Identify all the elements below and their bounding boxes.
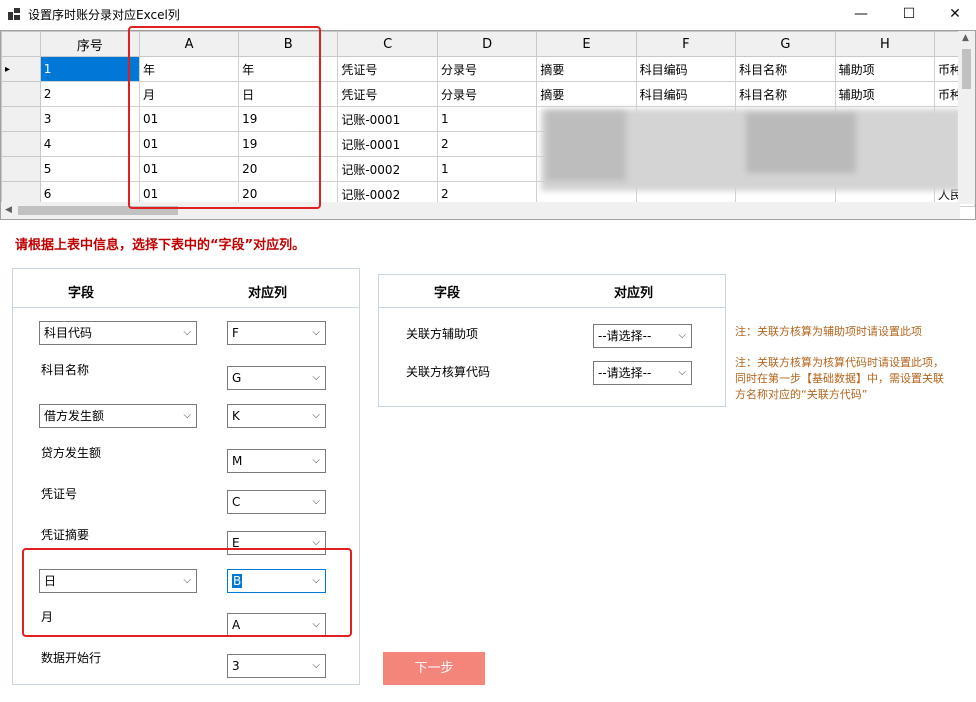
field-label: 数据开始行 xyxy=(41,651,102,665)
row-header[interactable]: ▸ xyxy=(1,56,41,82)
field-select[interactable]: 科目代码 ⌵ xyxy=(39,321,197,345)
related-aux-select[interactable]: --请选择-- ⌵ xyxy=(593,324,692,348)
chevron-down-icon: ⌵ xyxy=(183,327,191,338)
note-aux: 注：关联方核算为辅助项时请设置此项 xyxy=(735,325,922,338)
column-header[interactable]: F xyxy=(635,31,737,57)
redacted-region xyxy=(746,113,856,173)
select-value: 借方发生额 xyxy=(44,409,105,423)
column-header[interactable]: C xyxy=(337,31,438,57)
table-cell[interactable]: 科目名称 xyxy=(735,56,836,82)
chevron-down-icon: ⌵ xyxy=(678,330,686,341)
close-button[interactable]: ✕ xyxy=(932,0,976,28)
column-select[interactable]: 3 ⌵ xyxy=(227,654,326,678)
note-code: 注：关联方核算为核算代码时请设置此项，同时在第一步【基础数据】中，需设置关联方名… xyxy=(735,356,944,401)
column-header[interactable]: H xyxy=(834,31,936,57)
field-label: 贷方发生额 xyxy=(41,446,102,460)
column-select[interactable]: G ⌵ xyxy=(227,366,326,390)
column-select[interactable]: F ⌵ xyxy=(227,321,326,345)
field-select[interactable]: 借方发生额 ⌵ xyxy=(39,404,197,428)
column-header[interactable]: E xyxy=(536,31,637,57)
column-header[interactable]: D xyxy=(436,31,538,57)
minimize-button[interactable]: — xyxy=(838,0,884,28)
table-cell[interactable]: 1 xyxy=(436,106,538,132)
field-label: 凭证号 xyxy=(41,487,78,501)
column-header-label: 对应列 xyxy=(614,286,654,301)
row-number-cell[interactable]: 4 xyxy=(39,131,140,157)
instruction-text: 请根据上表中信息，选择下表中的“字段”对应列。 xyxy=(15,238,306,253)
table-cell[interactable]: 记账-0002 xyxy=(337,156,438,182)
column-select[interactable]: C ⌵ xyxy=(227,490,326,514)
maximize-button[interactable]: ☐ xyxy=(886,0,932,28)
table-cell[interactable]: 记账-0001 xyxy=(337,106,438,132)
redacted-region xyxy=(546,111,626,181)
column-header[interactable]: G xyxy=(735,31,836,57)
row-number-cell[interactable]: 5 xyxy=(39,156,140,182)
chevron-down-icon: ⌵ xyxy=(312,660,320,671)
vertical-scrollbar[interactable]: ▲ xyxy=(958,31,975,204)
select-value: G xyxy=(232,371,242,385)
next-step-button[interactable]: 下一步 xyxy=(383,652,485,685)
table-cell[interactable]: 科目名称 xyxy=(735,81,836,107)
select-value: 科目代码 xyxy=(44,326,93,340)
select-value: F xyxy=(232,326,239,340)
row-header-title[interactable]: 序号 xyxy=(39,31,140,57)
field-label: 科目名称 xyxy=(41,363,90,377)
column-select[interactable]: K ⌵ xyxy=(227,404,326,428)
table-cell[interactable]: 分录号 xyxy=(436,56,538,82)
table-cell[interactable]: 凭证号 xyxy=(337,81,438,107)
table-cell[interactable]: 科目编码 xyxy=(635,56,737,82)
table-cell[interactable]: 辅助项 xyxy=(834,56,936,82)
select-value: M xyxy=(232,454,243,468)
table-cell[interactable]: 记账-0001 xyxy=(337,131,438,157)
field-header: 字段 xyxy=(68,286,95,301)
table-cell[interactable]: 辅助项 xyxy=(834,81,936,107)
select-value: --请选择-- xyxy=(598,366,652,380)
chevron-down-icon: ⌵ xyxy=(312,455,320,466)
scroll-left-arrow-icon[interactable]: ◀ xyxy=(5,205,12,215)
select-value: 3 xyxy=(232,659,240,673)
title-bar: 设置序时账分录对应Excel列 — ☐ ✕ xyxy=(0,0,976,28)
grid-corner xyxy=(1,31,41,57)
row-number-cell[interactable]: 3 xyxy=(39,106,140,132)
app-icon xyxy=(8,8,20,20)
row-number-cell[interactable]: 1 xyxy=(39,56,140,82)
chevron-down-icon: ⌵ xyxy=(312,327,320,338)
select-value: --请选择-- xyxy=(598,329,652,343)
chevron-down-icon: ⌵ xyxy=(183,410,191,421)
column-header-label: 对应列 xyxy=(248,286,288,301)
select-value: C xyxy=(232,495,241,509)
table-cell[interactable]: 凭证号 xyxy=(337,56,438,82)
row-header[interactable] xyxy=(1,81,41,107)
column-select[interactable]: M ⌵ xyxy=(227,449,326,473)
table-cell[interactable]: 2 xyxy=(436,131,538,157)
highlight-box-grid-ab xyxy=(128,26,321,209)
select-value: K xyxy=(232,409,240,423)
field-header: 字段 xyxy=(434,286,461,301)
table-cell[interactable]: 科目编码 xyxy=(635,81,737,107)
row-number-cell[interactable]: 2 xyxy=(39,81,140,107)
table-cell[interactable]: 1 xyxy=(436,156,538,182)
field-label: 关联方辅助项 xyxy=(406,327,479,341)
chevron-down-icon: ⌵ xyxy=(312,410,320,421)
related-code-select[interactable]: --请选择-- ⌵ xyxy=(593,361,692,385)
highlight-box-day-month xyxy=(22,548,352,637)
chevron-down-icon: ⌵ xyxy=(312,372,320,383)
field-label: 凭证摘要 xyxy=(41,528,90,542)
row-header[interactable] xyxy=(1,106,41,132)
related-party-panel: 字段 对应列 关联方辅助项 --请选择-- ⌵ 关联方核算代码 --请选择-- … xyxy=(378,274,726,407)
row-header[interactable] xyxy=(1,156,41,182)
table-cell[interactable]: 摘要 xyxy=(536,56,637,82)
chevron-down-icon: ⌵ xyxy=(678,367,686,378)
field-label: 关联方核算代码 xyxy=(406,365,491,379)
row-header[interactable] xyxy=(1,131,41,157)
table-cell[interactable]: 分录号 xyxy=(436,81,538,107)
chevron-down-icon: ⌵ xyxy=(312,496,320,507)
table-cell[interactable]: 摘要 xyxy=(536,81,637,107)
vertical-scroll-thumb[interactable] xyxy=(962,49,971,89)
scroll-up-arrow-icon[interactable]: ▲ xyxy=(962,33,969,43)
window-title: 设置序时账分录对应Excel列 xyxy=(28,8,180,22)
